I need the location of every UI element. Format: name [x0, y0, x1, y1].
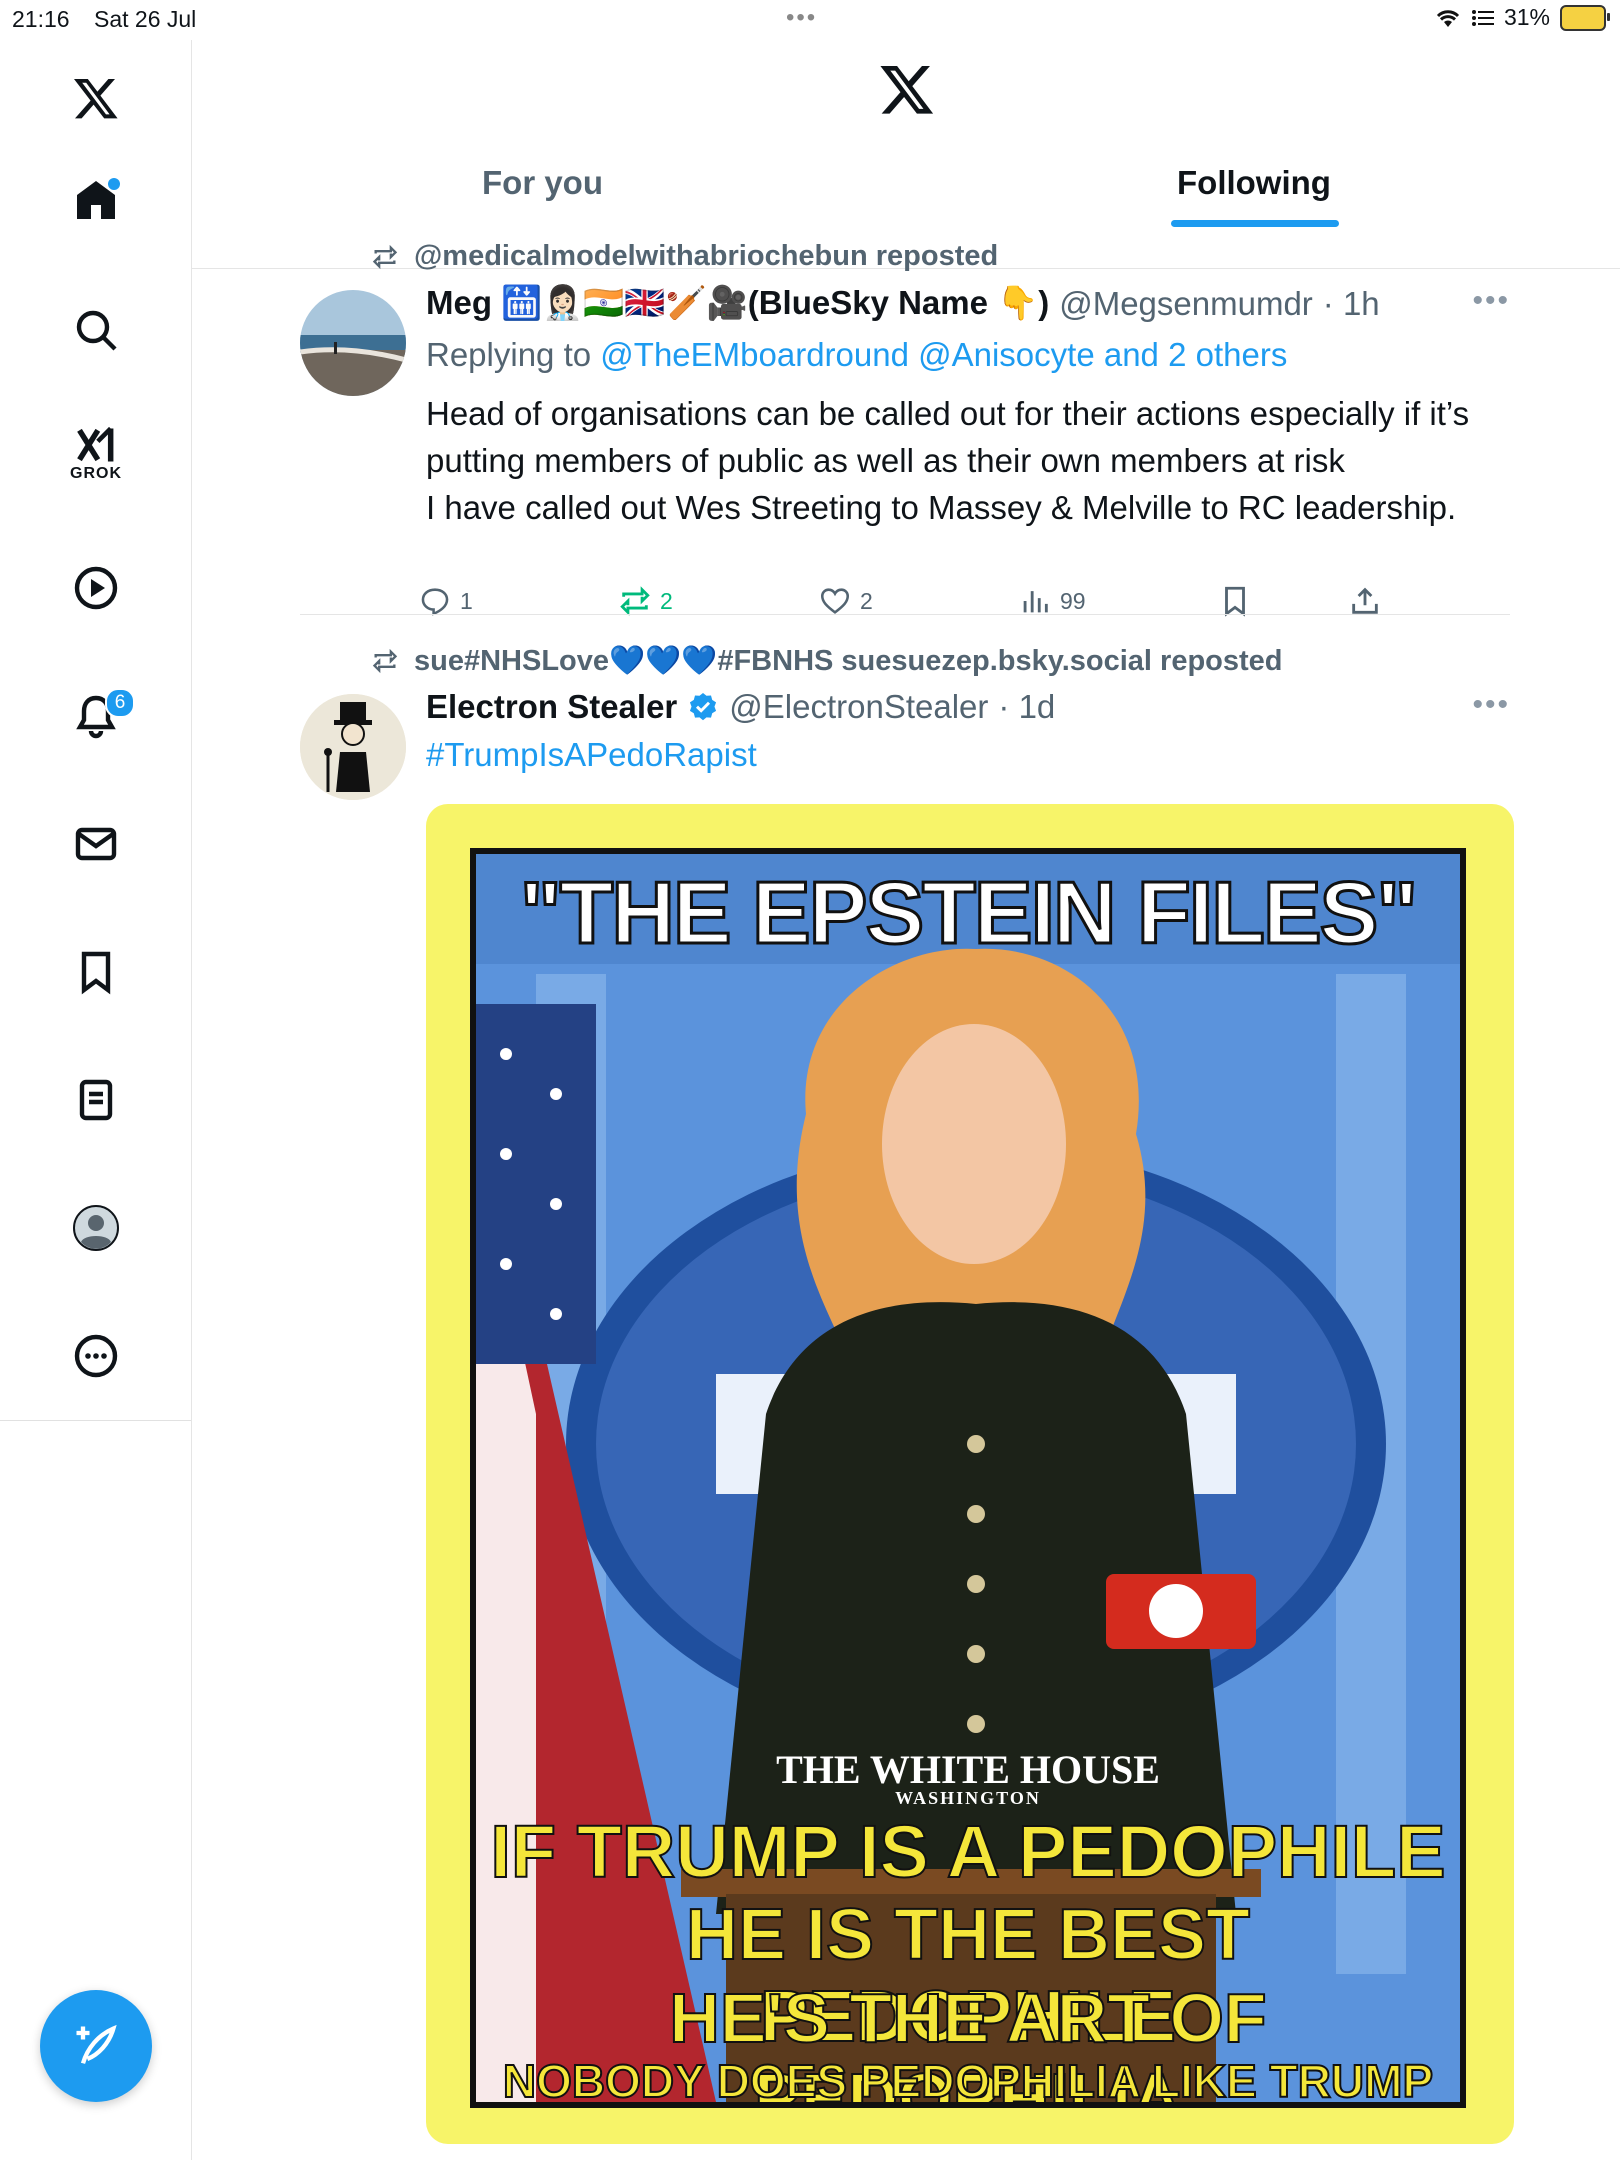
- battery-icon: [1560, 4, 1610, 31]
- profile-avatar-icon[interactable]: [48, 1180, 144, 1276]
- like-button[interactable]: 2: [818, 584, 873, 618]
- author-name[interactable]: Meg 🛗👩🏻‍⚕️🇮🇳🇬🇧🏏🎥(BlueSky Name 👇): [426, 284, 1049, 323]
- repost-icon: [372, 244, 398, 269]
- post-text-line: Head of organisations can be called out …: [426, 395, 1470, 432]
- verified-badge-icon: [690, 693, 717, 721]
- like-count: 2: [860, 587, 873, 614]
- post-1[interactable]: @medicalmodelwithabriochebun reposted Me…: [300, 240, 1510, 640]
- post-more-icon[interactable]: •••: [1472, 284, 1510, 318]
- sidebar-nav: GROK 6: [0, 40, 192, 2160]
- replying-to: Replying to @TheEMboardround @Anisocyte …: [426, 336, 1287, 374]
- x-header-logo-icon[interactable]: [878, 60, 936, 118]
- timeline-column: For you Following @medicalmodelwithabrio…: [192, 40, 1620, 2160]
- views-count: 99: [1060, 587, 1086, 614]
- meme-image: "THE EPSTEIN FILES" THE WHITE HOUSE WASH…: [470, 848, 1466, 2108]
- post-time[interactable]: · 1h: [1323, 285, 1380, 323]
- post-time[interactable]: · 1d: [998, 688, 1055, 726]
- podium-text: THE WHITE HOUSE: [776, 1747, 1160, 1792]
- messages-icon[interactable]: [48, 796, 144, 892]
- post-image[interactable]: "THE EPSTEIN FILES" THE WHITE HOUSE WASH…: [426, 804, 1514, 2144]
- reply-button[interactable]: 1: [418, 584, 473, 618]
- avatar[interactable]: [300, 290, 406, 396]
- author-handle[interactable]: @Megsenmumdr: [1059, 285, 1313, 323]
- post-more-icon[interactable]: •••: [1472, 688, 1510, 722]
- repost-by[interactable]: sue#NHSLove💙💙💙#FBNHS suesuezep.bsky.soci…: [414, 644, 1283, 678]
- post-text-line: putting members of public as well as the…: [426, 442, 1345, 479]
- more-options-icon[interactable]: [48, 1308, 144, 1404]
- compose-feather-icon: [76, 2024, 117, 2064]
- repost-button[interactable]: 2: [618, 584, 673, 618]
- meme-caption-line: NOBODY DOES PEDOPHILIA LIKE TRUMP: [502, 2054, 1434, 2107]
- reply-icon: [421, 588, 449, 616]
- repost-count: 2: [660, 587, 673, 614]
- meme-title: "THE EPSTEIN FILES": [518, 862, 1419, 964]
- like-icon: [820, 588, 850, 614]
- x-logo-icon[interactable]: [48, 50, 144, 146]
- replying-targets[interactable]: @TheEMboardround @Anisocyte and 2 others: [600, 336, 1287, 373]
- wifi-icon: [1436, 9, 1460, 27]
- search-icon[interactable]: [48, 282, 144, 378]
- repost-line: sue#NHSLove💙💙💙#FBNHS suesuezep.bsky.soci…: [370, 644, 1283, 678]
- sidebar-divider: [0, 1420, 191, 1421]
- active-tab-indicator: [1171, 220, 1339, 227]
- video-icon[interactable]: [48, 540, 144, 636]
- status-bar: 21:16 Sat 26 Jul ••• 31%: [0, 0, 1620, 40]
- post-text-line: I have called out Wes Streeting to Masse…: [426, 489, 1457, 526]
- replying-prefix: Replying to: [426, 336, 592, 373]
- notifications-badge: 6: [105, 688, 135, 718]
- grok-icon[interactable]: GROK: [48, 405, 144, 501]
- share-button[interactable]: [1348, 584, 1382, 618]
- share-icon: [1352, 587, 1378, 614]
- bookmark-button[interactable]: [1218, 584, 1252, 618]
- post-divider: [300, 614, 1510, 615]
- status-time: 21:16: [12, 6, 70, 32]
- author-handle[interactable]: @ElectronStealer: [729, 688, 988, 726]
- podium-subtext: WASHINGTON: [895, 1788, 1041, 1808]
- avatar[interactable]: [300, 694, 406, 800]
- repost-by[interactable]: @medicalmodelwithabriochebun reposted: [414, 240, 998, 273]
- home-unread-dot: [108, 178, 120, 190]
- reply-count: 1: [460, 587, 473, 614]
- views-icon: [1023, 591, 1048, 613]
- post-actions: 1 2 2 99: [418, 584, 1508, 628]
- bookmarks-icon[interactable]: [48, 924, 144, 1020]
- home-icon[interactable]: [48, 152, 144, 248]
- bookmark-icon: [1225, 586, 1245, 617]
- status-date: Sat 26 Jul: [94, 6, 197, 32]
- battery-percent: 31%: [1503, 4, 1550, 30]
- post-text: Head of organisations can be called out …: [426, 390, 1526, 531]
- repost-icon: [372, 648, 398, 674]
- compose-post-button[interactable]: [40, 1990, 152, 2102]
- lists-icon[interactable]: [48, 1052, 144, 1148]
- author-name[interactable]: Electron Stealer: [426, 688, 677, 726]
- notifications-icon[interactable]: 6: [48, 668, 144, 764]
- multitasking-dots[interactable]: •••: [786, 4, 817, 32]
- repost-line: @medicalmodelwithabriochebun reposted: [370, 240, 998, 273]
- views-button[interactable]: 99: [1018, 584, 1086, 618]
- post-2[interactable]: sue#NHSLove💙💙💙#FBNHS suesuezep.bsky.soci…: [300, 644, 1514, 2160]
- grok-label: GROK: [70, 465, 122, 482]
- hashtag-link[interactable]: #TrumpIsAPedoRapist: [426, 736, 757, 774]
- repost-icon: [620, 586, 650, 616]
- list-icon: [1471, 9, 1494, 26]
- meme-caption-line: IF TRUMP IS A PEDOPHILE: [489, 1809, 1446, 1894]
